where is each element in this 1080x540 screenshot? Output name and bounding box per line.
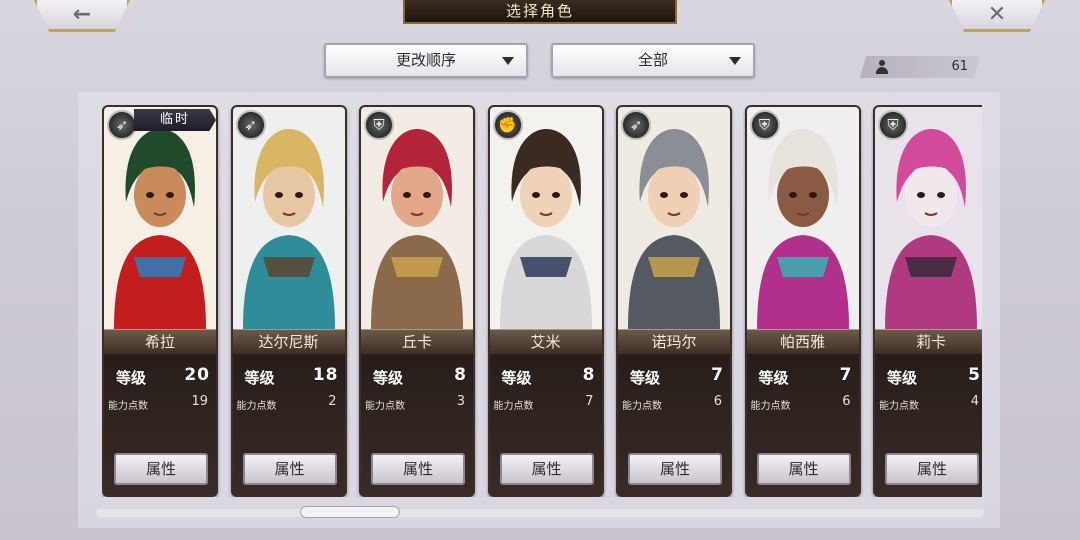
character-name: 希拉 (104, 329, 216, 355)
character-card[interactable]: ➶ 临时 希拉 等级 20 能力点数 19 属性 (102, 105, 218, 497)
character-card[interactable]: ✊ 艾米 等级 8 能力点数 7 属性 (487, 105, 604, 497)
character-portrait (489, 107, 602, 329)
character-stats: 等级 18 能力点数 2 属性 (232, 355, 345, 495)
character-stats: 等级 20 能力点数 19 属性 (104, 355, 216, 495)
page-title: 选择角色 (403, 0, 677, 24)
sort-order-label: 更改顺序 (395, 51, 456, 69)
level-value: 8 (454, 365, 467, 385)
character-name: 莉卡 (875, 329, 982, 355)
ability-points-label: 能力点数 (622, 401, 662, 412)
character-portrait (232, 107, 345, 329)
level-value: 18 (312, 365, 339, 385)
ability-points-value: 2 (328, 394, 337, 409)
scrollbar-thumb[interactable] (300, 506, 400, 518)
level-label: 等级 (373, 369, 404, 387)
character-count-box: 61 (860, 56, 980, 78)
character-card[interactable]: ⛨ 莉卡 等级 5 能力点数 4 属性 (873, 105, 982, 497)
character-card[interactable]: ➶ 达尔尼斯 等级 18 能力点数 2 属性 (230, 105, 347, 497)
level-label: 等级 (630, 369, 661, 387)
ability-points-value: 3 (456, 394, 465, 409)
shield-icon: ⛨ (749, 110, 780, 140)
character-card[interactable]: ⛨ 帕西雅 等级 7 能力点数 6 属性 (744, 105, 861, 497)
character-stats: 等级 7 能力点数 6 属性 (618, 355, 730, 495)
level-label: 等级 (758, 369, 789, 387)
shield-icon: ⛨ (878, 110, 908, 140)
chevron-down-icon (502, 57, 514, 65)
level-value: 20 (184, 365, 210, 385)
ability-points-label: 能力点数 (236, 401, 277, 412)
fist-icon: ✊ (492, 110, 523, 140)
level-value: 8 (582, 365, 596, 385)
person-icon (876, 60, 888, 74)
level-label: 等级 (116, 369, 147, 387)
attributes-button[interactable]: 属性 (114, 453, 208, 485)
character-name: 艾米 (489, 329, 602, 355)
level-value: 7 (711, 365, 724, 385)
ability-points-value: 7 (585, 394, 594, 409)
attributes-button[interactable]: 属性 (885, 453, 979, 485)
character-stats: 等级 7 能力点数 6 属性 (746, 355, 859, 495)
character-portrait (875, 107, 982, 329)
ability-points-label: 能力点数 (365, 401, 405, 412)
ability-points-value: 19 (191, 394, 208, 409)
level-label: 等级 (887, 369, 918, 387)
close-icon: ✕ (987, 2, 1007, 27)
attributes-button[interactable]: 属性 (628, 453, 722, 485)
character-count: 61 (951, 59, 968, 74)
temporary-badge: 临时 (134, 109, 216, 131)
ability-points-value: 4 (970, 394, 979, 409)
bow-icon: ➶ (235, 110, 266, 140)
character-portrait (618, 107, 730, 329)
shield-icon: ⛨ (364, 110, 394, 140)
attributes-button[interactable]: 属性 (371, 453, 465, 485)
attributes-button[interactable]: 属性 (242, 453, 337, 485)
ability-points-label: 能力点数 (879, 401, 919, 412)
filter-label: 全部 (637, 51, 668, 69)
level-value: 5 (968, 365, 981, 385)
character-stats: 等级 8 能力点数 7 属性 (489, 355, 602, 495)
bow-icon: ➶ (621, 110, 651, 140)
character-portrait (104, 107, 216, 329)
close-button[interactable]: ✕ (949, 0, 1045, 32)
back-arrow-icon: ← (72, 2, 92, 27)
character-portrait (361, 107, 473, 329)
character-name: 达尔尼斯 (232, 329, 345, 355)
character-portrait (746, 107, 859, 329)
bow-icon: ➶ (107, 110, 137, 140)
attributes-button[interactable]: 属性 (499, 453, 594, 485)
ability-points-value: 6 (842, 394, 851, 409)
attributes-button[interactable]: 属性 (756, 453, 851, 485)
chevron-down-icon (729, 57, 741, 65)
character-stats: 等级 8 能力点数 3 属性 (361, 355, 473, 495)
character-name: 诺玛尔 (618, 329, 730, 355)
ability-points-label: 能力点数 (750, 401, 791, 412)
character-card[interactable]: ➶ 诺玛尔 等级 7 能力点数 6 属性 (616, 105, 732, 497)
level-label: 等级 (244, 369, 275, 387)
ability-points-label: 能力点数 (493, 401, 534, 412)
sort-order-dropdown[interactable]: 更改顺序 (324, 43, 528, 78)
character-stats: 等级 5 能力点数 4 属性 (875, 355, 982, 495)
ability-points-label: 能力点数 (108, 401, 148, 412)
character-card-list[interactable]: ➶ 临时 希拉 等级 20 能力点数 19 属性 ➶ 达尔尼斯 等级 18 能力 (102, 105, 982, 497)
ability-points-value: 6 (713, 394, 722, 409)
horizontal-scrollbar[interactable] (96, 509, 984, 517)
level-value: 7 (839, 365, 853, 385)
filter-dropdown[interactable]: 全部 (551, 43, 755, 78)
character-name: 帕西雅 (746, 329, 859, 355)
back-button[interactable]: ← (34, 0, 130, 32)
level-label: 等级 (501, 369, 532, 387)
character-name: 丘卡 (361, 329, 473, 355)
character-card[interactable]: ⛨ 丘卡 等级 8 能力点数 3 属性 (359, 105, 475, 497)
